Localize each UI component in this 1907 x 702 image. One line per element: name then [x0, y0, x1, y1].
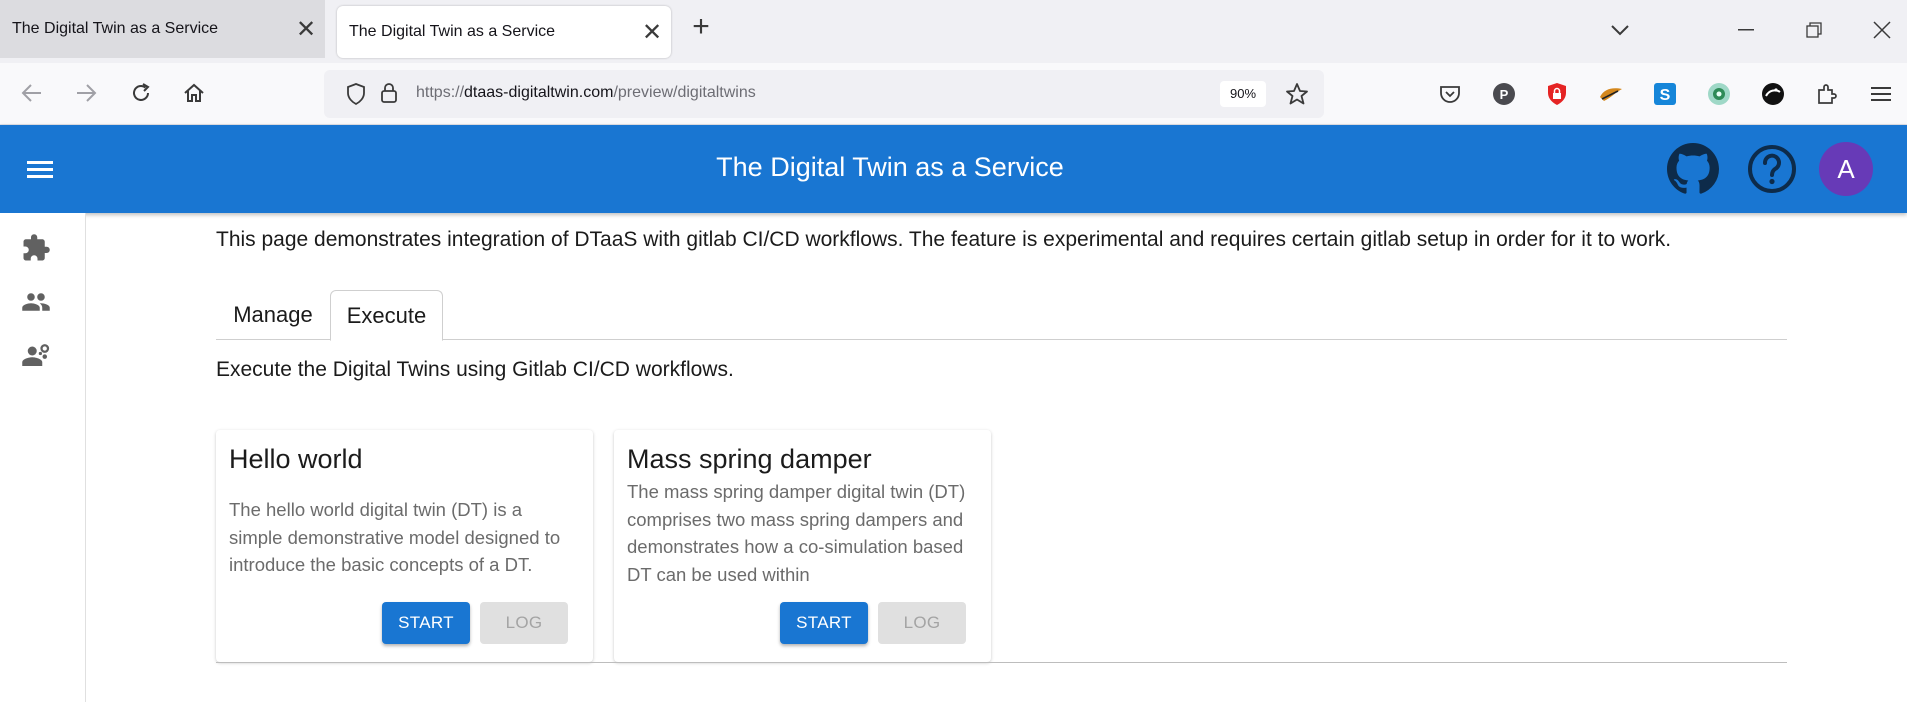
minimize-icon[interactable]	[1726, 10, 1766, 50]
intro-text: This page demonstrates integration of DT…	[216, 228, 1672, 251]
app-title: The Digital Twin as a Service	[716, 152, 1064, 182]
hamburger-icon[interactable]	[1867, 80, 1895, 108]
app-bar: The Digital Twin as a Service A	[0, 125, 1907, 213]
bird-extension-icon[interactable]	[1597, 80, 1625, 108]
people-icon[interactable]	[20, 286, 52, 318]
help-icon[interactable]	[1746, 143, 1798, 195]
card-description: The mass spring damper digital twin (DT)…	[627, 481, 966, 585]
url-bar[interactable]: https://dtaas-digitaltwin.com/preview/di…	[324, 70, 1324, 118]
tab-bar: Manage Execute	[216, 290, 1787, 341]
pocket-icon[interactable]	[1436, 80, 1464, 108]
url-text[interactable]: https://dtaas-digitaltwin.com/preview/di…	[416, 84, 756, 102]
dt-card-hello-world: Hello world The hello world digital twin…	[216, 430, 593, 662]
svg-text:P: P	[1500, 87, 1509, 102]
url-path: /preview/digitaltwins	[613, 84, 756, 101]
card-title: Mass spring damper	[627, 444, 872, 474]
dt-card-mass-spring-damper: Mass spring damper The mass spring dampe…	[614, 430, 991, 662]
puzzle-icon[interactable]	[1813, 80, 1841, 108]
card-title: Hello world	[229, 444, 363, 474]
lock-icon[interactable]	[380, 82, 398, 109]
browser-tab-title: The Digital Twin as a Service	[12, 20, 219, 37]
log-button[interactable]: LOG	[480, 602, 568, 644]
shield-extension-icon[interactable]	[1543, 80, 1571, 108]
card-description: The hello world digital twin (DT) is a s…	[229, 499, 561, 575]
close-tab-icon[interactable]: ✕	[287, 10, 325, 48]
execute-subtitle: Execute the Digital Twins using Gitlab C…	[216, 358, 734, 381]
start-button[interactable]: START	[780, 602, 868, 644]
github-icon[interactable]	[1667, 143, 1719, 195]
browser-tab-active[interactable]: The Digital Twin as a Service ✕	[337, 6, 671, 58]
dark-extension-icon[interactable]	[1759, 80, 1787, 108]
browser-tab-strip: The Digital Twin as a Service ✕ The Digi…	[0, 0, 1907, 63]
bookmark-star-icon[interactable]	[1285, 82, 1309, 111]
zoom-level-badge[interactable]: 90%	[1220, 81, 1266, 107]
url-host: dtaas-digitaltwin.com	[464, 84, 614, 101]
forward-icon[interactable]	[68, 75, 104, 111]
tab-manage[interactable]: Manage	[216, 290, 330, 340]
shield-icon[interactable]	[346, 83, 366, 110]
sidebar	[0, 213, 86, 702]
p-extension-icon[interactable]: P	[1490, 80, 1518, 108]
puzzle-piece-icon[interactable]	[20, 232, 52, 264]
new-tab-icon[interactable]: +	[686, 12, 716, 42]
tab-execute[interactable]: Execute	[330, 290, 443, 341]
home-icon[interactable]	[176, 75, 212, 111]
browser-tab-title: The Digital Twin as a Service	[349, 23, 556, 40]
eye-extension-icon[interactable]	[1705, 80, 1733, 108]
log-button[interactable]: LOG	[878, 602, 966, 644]
restore-icon[interactable]	[1794, 10, 1834, 50]
reload-icon[interactable]	[123, 75, 159, 111]
s-extension-icon[interactable]: S	[1651, 80, 1679, 108]
close-tab-icon[interactable]: ✕	[633, 13, 671, 51]
browser-nav-bar: https://dtaas-digitaltwin.com/preview/di…	[0, 63, 1907, 125]
list-all-tabs-icon[interactable]	[1600, 10, 1640, 50]
svg-text:S: S	[1660, 87, 1671, 104]
url-prefix: https://	[416, 84, 465, 101]
start-button[interactable]: START	[382, 602, 470, 644]
divider	[216, 662, 1787, 663]
back-icon[interactable]	[14, 75, 50, 111]
engineering-icon[interactable]	[20, 340, 52, 372]
close-window-icon[interactable]	[1862, 10, 1902, 50]
avatar[interactable]: A	[1819, 142, 1873, 196]
browser-tab[interactable]: The Digital Twin as a Service ✕	[0, 0, 325, 58]
